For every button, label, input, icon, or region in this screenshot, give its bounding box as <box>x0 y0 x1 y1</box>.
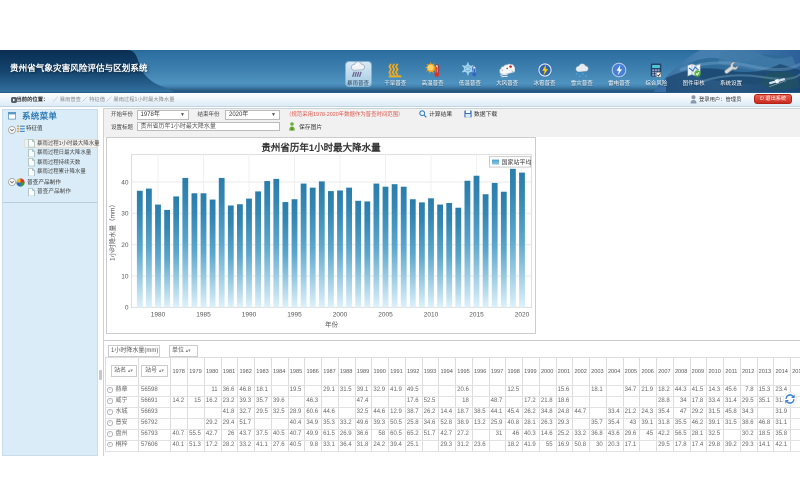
svg-text:2020: 2020 <box>515 312 530 319</box>
svg-text:2010: 2010 <box>424 312 439 319</box>
svg-text:40: 40 <box>121 180 129 187</box>
svg-text:30: 30 <box>121 211 129 218</box>
svg-text:1985: 1985 <box>196 312 211 319</box>
svg-text:年份: 年份 <box>325 320 339 329</box>
svg-text:0: 0 <box>125 305 129 312</box>
svg-text:20: 20 <box>121 242 129 249</box>
svg-text:1990: 1990 <box>242 312 257 319</box>
svg-text:1小时降水量（mm）: 1小时降水量（mm） <box>108 201 117 261</box>
svg-text:2005: 2005 <box>378 312 393 319</box>
svg-text:2000: 2000 <box>333 312 348 319</box>
svg-text:1980: 1980 <box>151 312 166 319</box>
svg-text:10: 10 <box>121 274 129 281</box>
svg-text:国家站平均: 国家站平均 <box>502 159 532 167</box>
svg-text:2015: 2015 <box>469 312 484 319</box>
svg-text:1995: 1995 <box>287 312 302 319</box>
